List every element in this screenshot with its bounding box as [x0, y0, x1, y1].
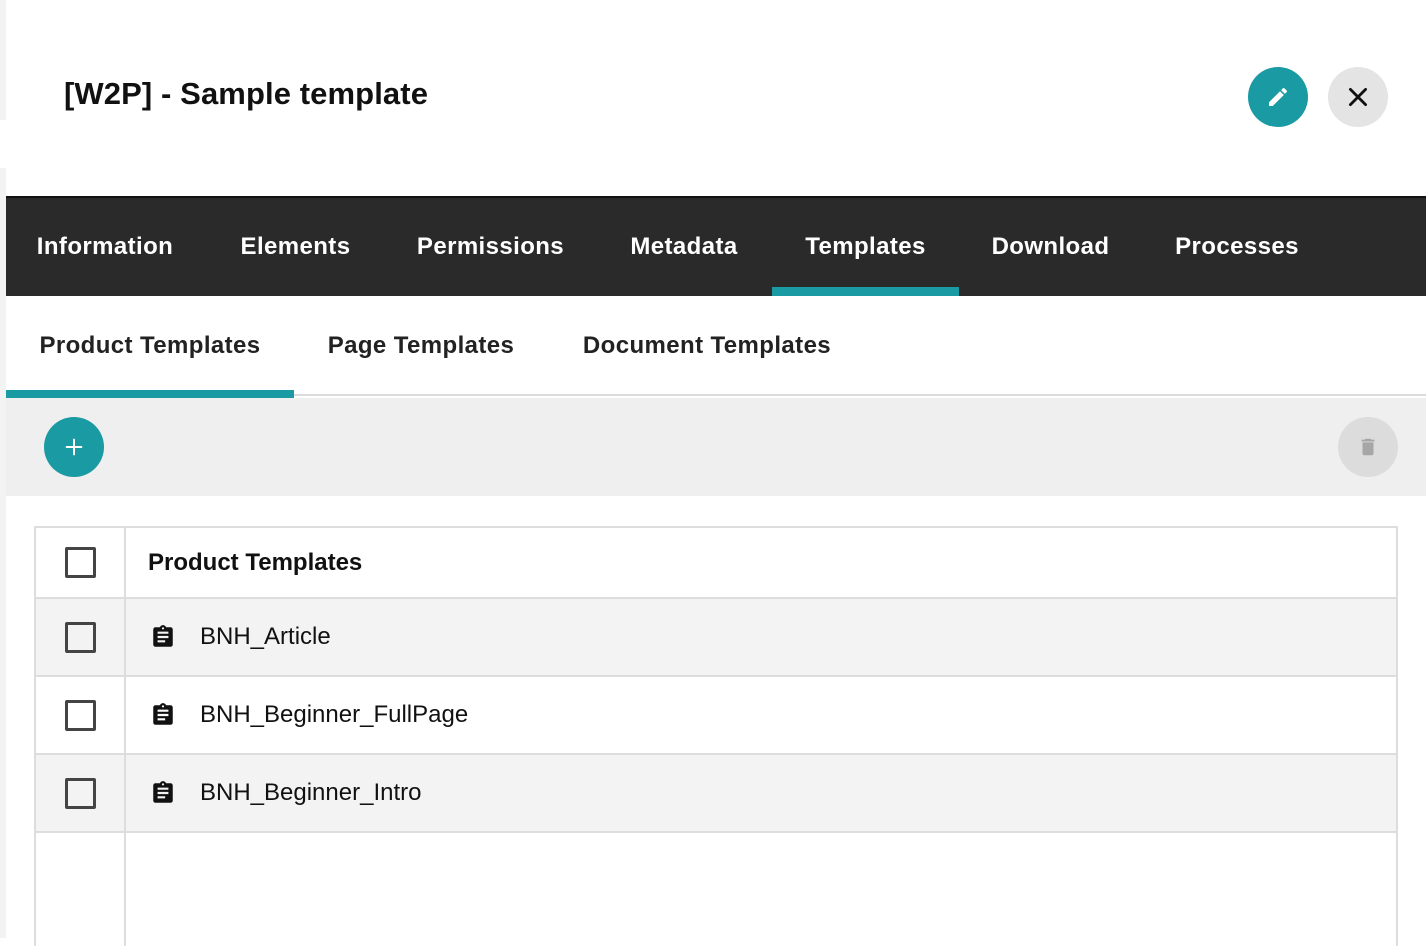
- row-label[interactable]: BNH_Beginner_Intro: [200, 779, 421, 807]
- tab-label: Information: [36, 233, 174, 260]
- tab-permissions[interactable]: Permissions: [387, 198, 594, 296]
- row-name-cell: BNH_Article: [128, 599, 1396, 675]
- template-detail-panel: [W2P] - Sample template Information Elem…: [6, 0, 1426, 946]
- row-name-cell: BNH_Beginner_FullPage: [128, 677, 1396, 753]
- table-row[interactable]: BNH_Article: [36, 599, 1396, 677]
- table-header-row: Product Templates: [36, 528, 1396, 599]
- subtab-label: Page Templates: [327, 332, 515, 359]
- tab-label: Templates: [805, 233, 926, 260]
- select-all-checkbox[interactable]: [64, 547, 96, 578]
- edit-button[interactable]: [1248, 67, 1308, 127]
- main-tab-bar: Information Elements Permissions Metadat…: [6, 196, 1426, 296]
- clipboard-icon: [150, 701, 178, 729]
- delete-template-button[interactable]: [1338, 417, 1398, 477]
- add-template-button[interactable]: [44, 417, 104, 477]
- tab-label: Processes: [1175, 233, 1299, 260]
- row-checkbox[interactable]: [64, 699, 96, 731]
- active-subtab-indicator: [6, 390, 294, 398]
- subtab-label: Product Templates: [39, 332, 261, 359]
- table-row[interactable]: BNH_Beginner_FullPage: [36, 677, 1396, 755]
- row-check-cell: [36, 755, 126, 831]
- row-name-cell: BNH_Beginner_Intro: [128, 755, 1396, 831]
- clipboard-icon: [150, 779, 178, 807]
- tab-label: Elements: [240, 233, 351, 260]
- trash-icon: [1361, 438, 1375, 456]
- subtab-label: Document Templates: [582, 332, 832, 359]
- row-checkbox[interactable]: [64, 621, 96, 653]
- tab-processes[interactable]: Processes: [1142, 198, 1332, 296]
- subtab-page-templates[interactable]: Page Templates: [294, 296, 548, 396]
- row-check-cell: [36, 677, 126, 753]
- row-checkbox[interactable]: [64, 777, 96, 809]
- tab-information[interactable]: Information: [6, 198, 204, 296]
- row-label[interactable]: BNH_Beginner_FullPage: [200, 701, 468, 729]
- panel-header: [W2P] - Sample template: [6, 0, 1426, 196]
- close-icon: [1349, 88, 1367, 106]
- page-title: [W2P] - Sample template: [64, 76, 429, 111]
- empty-table-gutter: [124, 833, 126, 946]
- subtab-product-templates[interactable]: Product Templates: [6, 296, 294, 398]
- product-templates-table: Product Templates BNH_Article BNH_Beginn…: [34, 526, 1398, 946]
- sub-tab-bar: Product Templates Page Templates Documen…: [6, 296, 1426, 398]
- tab-download[interactable]: Download: [959, 198, 1142, 296]
- column-header: Product Templates: [148, 548, 363, 576]
- select-all-cell: [36, 528, 126, 597]
- pencil-icon: [1269, 87, 1288, 106]
- plus-icon: [65, 438, 83, 456]
- active-tab-indicator: [772, 287, 959, 296]
- row-check-cell: [36, 599, 126, 675]
- tab-label: Download: [991, 233, 1110, 260]
- clipboard-icon: [150, 623, 178, 651]
- tab-label: Metadata: [630, 233, 738, 260]
- tab-metadata[interactable]: Metadata: [594, 198, 774, 296]
- row-label[interactable]: BNH_Article: [200, 623, 331, 651]
- close-button[interactable]: [1328, 67, 1388, 127]
- column-header-cell: Product Templates: [128, 528, 1396, 597]
- tab-label: Permissions: [416, 233, 565, 260]
- tab-templates[interactable]: Templates: [772, 198, 959, 296]
- tab-elements[interactable]: Elements: [204, 198, 387, 296]
- subtab-document-templates[interactable]: Document Templates: [548, 296, 866, 396]
- table-row[interactable]: BNH_Beginner_Intro: [36, 755, 1396, 833]
- table-toolbar: [6, 398, 1426, 496]
